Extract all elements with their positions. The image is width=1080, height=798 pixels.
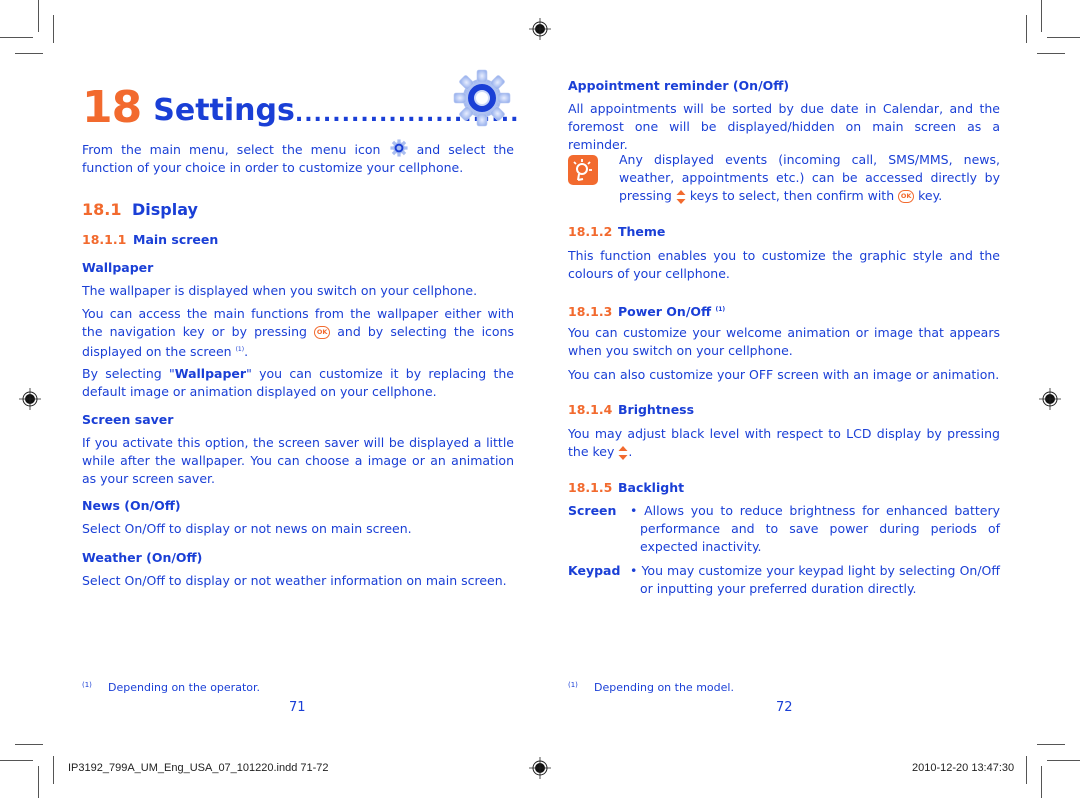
- crop-mark: [1041, 0, 1042, 32]
- crop-mark: [0, 37, 33, 38]
- crop-mark: [1041, 766, 1042, 798]
- appointment-text: All appointments will be sorted by due d…: [568, 101, 1000, 152]
- crop-mark: [1037, 744, 1065, 745]
- slug-filename: IP3192_799A_UM_Eng_USA_07_101220.indd 71…: [68, 762, 329, 774]
- settings-menu-icon: [389, 139, 408, 157]
- footnote-right: (1) Depending on the model.: [568, 681, 734, 694]
- crop-mark: [38, 766, 39, 798]
- wallpaper-text-1: The wallpaper is displayed when you swit…: [82, 283, 478, 298]
- weather-text: Select On/Off to display or not weather …: [82, 573, 507, 588]
- wallpaper-text-3: By selecting "Wallpaper" you can customi…: [82, 366, 514, 399]
- crop-mark: [1047, 760, 1080, 761]
- wallpaper-heading: Wallpaper: [82, 260, 154, 275]
- settings-gear-icon: [453, 69, 511, 127]
- brightness-heading: 18.1.4 Brightness: [568, 402, 695, 417]
- crop-mark: [38, 0, 39, 32]
- crop-mark: [15, 744, 43, 745]
- registration-mark-icon: [529, 18, 551, 40]
- up-down-key-icon: [618, 445, 628, 460]
- crop-mark: [1037, 53, 1065, 54]
- slug-timestamp: 2010-12-20 13:47:30: [912, 762, 1015, 774]
- crop-mark: [53, 15, 54, 43]
- page-number-left: 71: [289, 700, 306, 715]
- crop-mark: [0, 760, 33, 761]
- registration-mark-icon: [529, 757, 551, 779]
- footnote-left: (1) Depending on the operator.: [82, 681, 260, 694]
- screen-saver-text: If you activate this option, the screen …: [82, 435, 514, 486]
- intro-paragraph: From the main menu, select the menu icon…: [82, 139, 514, 177]
- weather-heading: Weather (On/Off): [82, 550, 203, 565]
- up-down-key-icon: [676, 189, 686, 204]
- power-text-2: You can also customize your OFF screen w…: [568, 367, 1000, 382]
- brightness-text: You may adjust black level with respect …: [568, 426, 1000, 460]
- backlight-item-keypad: Keypad • You may customize your keypad l…: [568, 563, 1000, 596]
- chapter-number: 18: [82, 82, 142, 133]
- crop-mark: [53, 756, 54, 784]
- tip-paragraph: Any displayed events (incoming call, SMS…: [619, 152, 1000, 204]
- theme-text: This function enables you to customize t…: [568, 248, 1000, 281]
- appointment-heading: Appointment reminder (On/Off): [568, 78, 790, 93]
- registration-mark-icon: [19, 388, 41, 410]
- section-18-1-heading: 18.1 Display: [82, 200, 198, 219]
- crop-mark: [1047, 37, 1080, 38]
- power-heading: 18.1.3 Power On/Off (1): [568, 304, 726, 320]
- registration-mark-icon: [1039, 388, 1061, 410]
- crop-mark: [1026, 756, 1027, 784]
- theme-heading: 18.1.2 Theme: [568, 224, 666, 239]
- chapter-title: Settings: [153, 93, 295, 128]
- lightbulb-tip-icon: [568, 155, 598, 185]
- news-heading: News (On/Off): [82, 498, 181, 513]
- news-text: Select On/Off to display or not news on …: [82, 521, 412, 536]
- wallpaper-text-2: You can access the main functions from t…: [82, 306, 514, 360]
- section-18-1-1-heading: 18.1.1 Main screen: [82, 232, 219, 247]
- page-number-right: 72: [776, 700, 793, 715]
- crop-mark: [1026, 15, 1027, 43]
- crop-mark: [15, 53, 43, 54]
- screen-saver-heading: Screen saver: [82, 412, 174, 427]
- ok-key-icon: OK: [898, 190, 915, 203]
- ok-key-icon: OK: [314, 326, 331, 339]
- power-text-1: You can customize your welcome animation…: [568, 325, 1000, 358]
- backlight-item-screen: Screen • Allows you to reduce brightness…: [568, 503, 1000, 554]
- backlight-heading: 18.1.5 Backlight: [568, 480, 685, 495]
